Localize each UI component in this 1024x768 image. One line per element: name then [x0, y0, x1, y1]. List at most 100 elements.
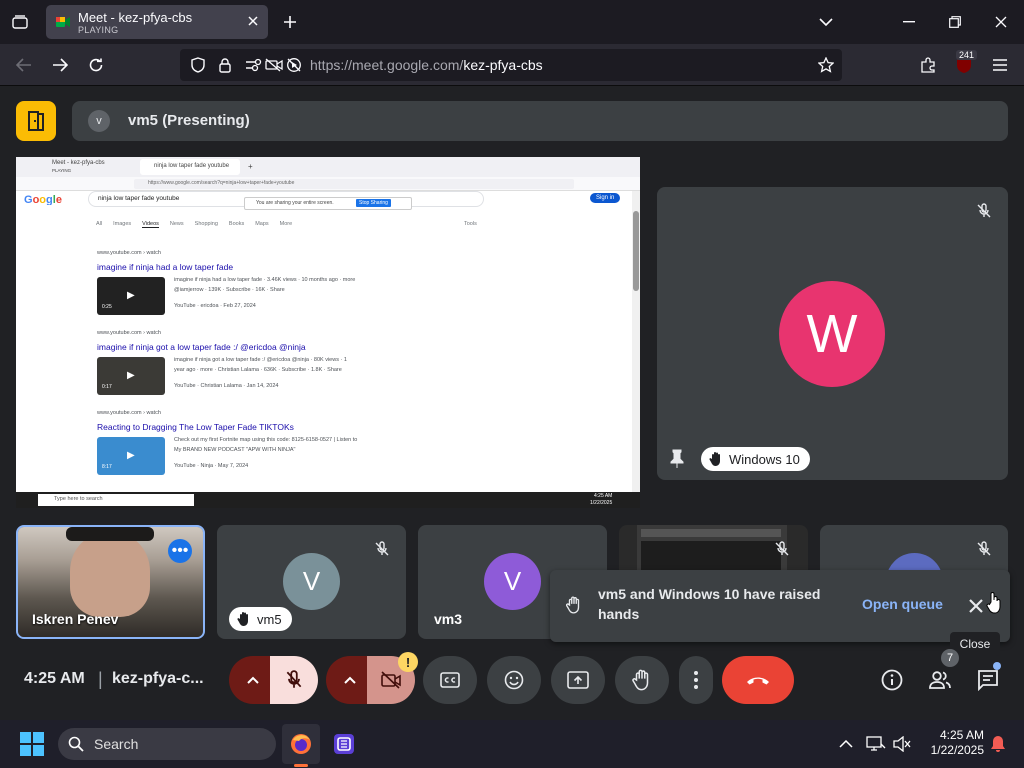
taskbar-search-box[interactable]: Search [58, 728, 276, 760]
tab-overview-icon[interactable] [6, 8, 34, 36]
url-domain: https://meet.google.com/ [310, 57, 464, 73]
info-icon [881, 669, 903, 691]
back-arrow-icon[interactable] [10, 51, 38, 79]
windows10-name: Windows 10 [729, 451, 800, 467]
network-icon[interactable] [862, 730, 890, 758]
shared-search-query: ninja low taper fade youtube [98, 195, 180, 202]
meeting-code[interactable]: kez-pfya-c... [112, 670, 204, 688]
windows10-avatar-initial: W [806, 304, 858, 364]
shared-screen: Meet - kez-pfya-cbs PLAYING ninja low ta… [16, 157, 640, 508]
presenter-bar[interactable]: v vm5 (Presenting) [72, 101, 1008, 141]
restore-window-icon[interactable] [941, 8, 969, 36]
result1-snippet2: @iamjerrow · 139K · Subscribe · 16K · Sh… [174, 287, 285, 293]
meet-content: v vm5 (Presenting) Meet - kez-pfya-cbs P… [0, 86, 1024, 720]
url-bar[interactable]: https://meet.google.com/kez-pfya-cbs [180, 49, 842, 81]
shared-new-tab-icon: + [248, 162, 253, 171]
shared-browser-navbar: https://www.google.com/search?q=ninja+lo… [16, 177, 640, 191]
leave-call-button[interactable] [722, 656, 794, 704]
mic-off-icon [977, 203, 991, 218]
result2-snippet1: imagine if ninja got a low taper fade :/… [174, 357, 347, 363]
result2-thumbnail: ▶ 0:17 [97, 357, 165, 395]
microphone-toggle-button[interactable] [270, 656, 318, 704]
captions-button[interactable] [423, 656, 477, 704]
open-queue-link[interactable]: Open queue [862, 596, 943, 612]
app-taskbar-icon[interactable] [330, 730, 358, 758]
tab-title: Meet - kez-pfya-cbs [78, 10, 193, 25]
clock-separator: | [98, 669, 103, 689]
filter-books: Books [228, 221, 245, 227]
result3-cite: www.youtube.com › watch [97, 410, 161, 416]
windows10-avatar: W [779, 281, 885, 387]
filter-images: Images [113, 221, 132, 227]
shared-browser-tabbar: Meet - kez-pfya-cbs PLAYING ninja low ta… [16, 157, 640, 177]
windows-start-icon[interactable] [18, 730, 46, 758]
result2-duration: 0:17 [102, 384, 112, 390]
door-icon [28, 111, 44, 131]
present-screen-button[interactable] [551, 656, 605, 704]
taskbar-time: 4:25 AM [939, 728, 984, 742]
taskbar-clock[interactable]: 4:25 AM 1/22/2025 [918, 728, 984, 758]
browser-tab-bar: Meet - kez-pfya-cbs PLAYING [0, 0, 1024, 44]
chevron-up-icon [247, 676, 259, 684]
iskren-name: Iskren Penev [32, 611, 119, 627]
new-tab-icon[interactable] [276, 8, 304, 36]
raised-hand-icon [709, 452, 720, 466]
taskbar-date: 1/22/2025 [930, 743, 984, 757]
reactions-button[interactable] [487, 656, 541, 704]
hamburger-menu-icon[interactable] [986, 51, 1014, 79]
iskren-glasses [66, 527, 154, 541]
people-button[interactable] [926, 666, 954, 694]
notification-bell-icon[interactable] [984, 730, 1012, 758]
forward-arrow-icon[interactable] [46, 51, 74, 79]
result1-duration: 0:25 [102, 304, 112, 310]
pin-icon[interactable] [669, 449, 685, 469]
chat-notification-dot [993, 662, 1001, 670]
meeting-details-button[interactable] [878, 666, 906, 694]
tray-chevron-up-icon[interactable] [832, 730, 860, 758]
firefox-active-indicator [294, 764, 308, 767]
raised-hands-toast: vm5 and Windows 10 have raised hands Ope… [550, 570, 1010, 642]
lock-icon[interactable] [211, 51, 239, 79]
filter-more: More [279, 221, 293, 227]
mic-off-icon [286, 670, 302, 688]
result3-snippet2: My BRAND NEW PODCAST "APW WITH NINJA" [174, 447, 296, 453]
firefox-taskbar-icon[interactable] [282, 724, 320, 764]
participant-tile-iskren[interactable]: ••• Iskren Penev [16, 525, 205, 639]
autoplay-blocked-icon[interactable] [280, 51, 308, 79]
people-icon [929, 671, 951, 689]
google-logo: Google [24, 194, 62, 205]
filter-all: All [96, 221, 103, 227]
result3-title: Reacting to Dragging The Low Taper Fade … [97, 422, 294, 432]
extensions-puzzle-icon[interactable] [914, 51, 942, 79]
windows-taskbar: Search 4:25 AM 1/22/2025 [0, 720, 1024, 768]
close-window-icon[interactable] [987, 8, 1015, 36]
tracking-shield-icon[interactable] [184, 51, 212, 79]
people-count-badge: 7 [941, 649, 959, 667]
bookmark-star-icon[interactable] [812, 51, 840, 79]
participant-tile-windows10[interactable]: W Windows 10 [657, 187, 1008, 480]
shared-taskbar-date: 1/22/2025 [590, 500, 613, 506]
reload-icon[interactable] [82, 51, 110, 79]
camera-warning-badge: ! [398, 652, 418, 672]
emoji-icon [504, 670, 524, 690]
participant-tile-vm5[interactable]: V vm5 [217, 525, 406, 639]
more-options-button[interactable] [679, 656, 713, 704]
vm5-name-pill: vm5 [229, 607, 292, 631]
closed-captions-icon [440, 672, 460, 688]
close-tab-icon[interactable] [246, 14, 260, 28]
taskbar-search-placeholder: Search [94, 736, 139, 752]
url-text[interactable]: https://meet.google.com/kez-pfya-cbs [310, 57, 543, 73]
list-tabs-chevron-icon[interactable] [812, 8, 840, 36]
browser-tab-meet[interactable]: Meet - kez-pfya-cbs PLAYING [46, 5, 268, 39]
more-options-icon[interactable]: ••• [168, 539, 192, 563]
minimize-window-icon[interactable] [895, 8, 923, 36]
meeting-home-button[interactable] [16, 101, 56, 141]
volume-muted-icon[interactable] [888, 730, 916, 758]
windows10-name-pill: Windows 10 [701, 447, 810, 471]
raise-hand-icon [632, 669, 649, 691]
raise-hand-button[interactable] [615, 656, 669, 704]
raised-hand-icon [237, 612, 248, 626]
chat-button[interactable] [974, 666, 1002, 694]
shared-tab2-title: ninja low taper fade youtube [154, 163, 230, 169]
meet-favicon-icon [56, 17, 70, 27]
